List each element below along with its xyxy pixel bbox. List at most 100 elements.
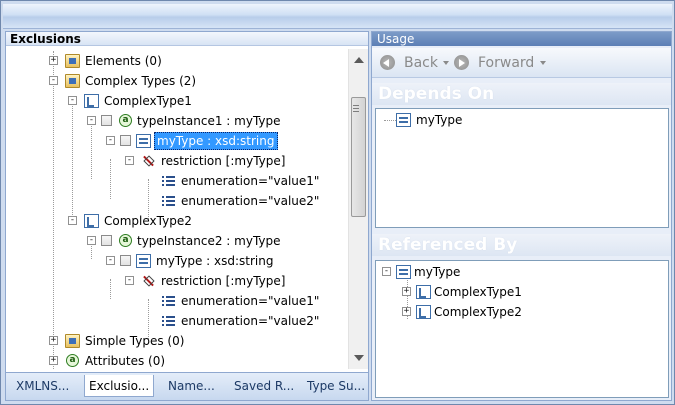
collapse-icon[interactable]: - — [125, 156, 134, 165]
tree-guide — [72, 99, 73, 219]
tree-node-enumeration[interactable]: enumeration="value2" — [151, 192, 348, 210]
tree-node-complex-types[interactable]: - Complex Types (2) — [49, 72, 249, 90]
panel-title: Exclusions — [6, 32, 368, 46]
node-label: Elements (0) — [85, 54, 162, 68]
restriction-icon — [141, 274, 156, 288]
simple-type-icon — [136, 254, 151, 268]
back-button[interactable]: Back — [404, 54, 438, 72]
node-label: ComplexType1 — [434, 285, 522, 299]
include-checkbox[interactable] — [101, 235, 112, 246]
complex-type-icon — [416, 305, 431, 319]
folder-icon — [65, 334, 80, 348]
attribute-icon: a — [66, 354, 79, 367]
navigation-toolbar: Back Forward — [372, 48, 671, 78]
scroll-down-icon[interactable] — [354, 355, 364, 361]
tree-node-attributes[interactable]: + a Attributes (0) — [49, 352, 249, 369]
tree-node-elements[interactable]: + Elements (0) — [49, 52, 249, 70]
tree-node-complextype2-ref[interactable]: + ComplexType2 — [402, 303, 602, 321]
collapse-icon[interactable]: - — [106, 136, 115, 145]
collapse-icon[interactable]: - — [106, 256, 115, 265]
forward-button[interactable]: Forward — [478, 54, 534, 72]
folder-icon — [65, 54, 80, 68]
chevron-down-icon[interactable] — [443, 61, 449, 65]
tree-node-complextype1-ref[interactable]: + ComplexType1 — [402, 283, 602, 301]
tree-node-mytype2[interactable]: - myType : xsd:string — [106, 252, 346, 270]
complex-type-icon — [416, 285, 431, 299]
tree-node-enumeration[interactable]: enumeration="value2" — [151, 312, 348, 330]
node-label: Simple Types (0) — [85, 334, 185, 348]
vertical-scrollbar[interactable] — [348, 49, 368, 369]
tree-guide — [110, 159, 111, 199]
collapse-icon[interactable]: - — [125, 276, 134, 285]
list-item[interactable]: myType — [396, 111, 596, 129]
scroll-thumb[interactable] — [351, 97, 366, 217]
node-label: enumeration="value1" — [181, 294, 320, 308]
tab-xmlns[interactable]: XMLNS... — [12, 375, 73, 397]
expand-icon[interactable]: + — [49, 356, 58, 365]
restriction-icon — [141, 154, 156, 168]
scroll-up-icon[interactable] — [354, 57, 364, 63]
window-frame: Exclusions + Elements (0) - Complex Type… — [0, 0, 675, 405]
collapse-icon[interactable]: - — [382, 267, 391, 276]
collapse-icon[interactable]: - — [87, 116, 96, 125]
complex-type-icon — [84, 94, 99, 108]
enumeration-icon — [161, 194, 176, 208]
tree-guide — [53, 51, 54, 369]
include-checkbox[interactable] — [120, 135, 131, 146]
node-label: myType — [414, 265, 461, 279]
attribute-icon: a — [119, 234, 132, 247]
tree-node-complextype2[interactable]: - ComplexType2 — [68, 212, 268, 230]
panel-title: Usage — [372, 32, 671, 46]
folder-icon — [65, 74, 80, 88]
tree-node-restriction2[interactable]: - restriction [:myType] — [125, 272, 325, 290]
tree-guide — [110, 279, 111, 299]
node-label: enumeration="value2" — [181, 194, 320, 208]
tab-saved-r[interactable]: Saved R... — [230, 375, 298, 397]
expand-icon[interactable]: + — [402, 307, 411, 316]
expand-icon[interactable]: + — [402, 287, 411, 296]
simple-type-icon — [136, 134, 151, 148]
tree-node-typeinstance1[interactable]: - a typeInstance1 : myType — [87, 112, 327, 130]
simple-type-icon — [396, 265, 411, 279]
tree-node-restriction1[interactable]: - restriction [:myType] — [125, 152, 325, 170]
node-label: myType — [416, 113, 463, 127]
expand-icon[interactable]: + — [49, 56, 58, 65]
chevron-down-icon[interactable] — [540, 61, 546, 65]
usage-panel: Usage Back Forward Depends On myType Ref… — [371, 31, 672, 401]
node-label: Attributes (0) — [85, 354, 166, 368]
collapse-icon[interactable]: - — [68, 96, 77, 105]
include-checkbox[interactable] — [120, 255, 131, 266]
depends-on-list[interactable]: myType — [375, 108, 669, 228]
tab-names[interactable]: Name... — [164, 375, 219, 397]
tab-exclusions[interactable]: Exclusio... — [84, 375, 155, 397]
tree-node-typeinstance2[interactable]: - a typeInstance2 : myType — [87, 232, 327, 250]
tree-node-enumeration[interactable]: enumeration="value1" — [151, 292, 348, 310]
exclusions-tree[interactable]: + Elements (0) - Complex Types (2) - Com… — [6, 49, 348, 369]
node-label: ComplexType2 — [434, 305, 522, 319]
node-label: typeInstance2 : myType — [137, 234, 281, 248]
expand-icon[interactable]: + — [49, 336, 58, 345]
include-checkbox[interactable] — [101, 115, 112, 126]
tree-node-complextype1[interactable]: - ComplexType1 — [68, 92, 268, 110]
enumeration-icon — [161, 174, 176, 188]
tree-node-enumeration[interactable]: enumeration="value1" — [151, 172, 348, 190]
collapse-icon[interactable]: - — [87, 236, 96, 245]
bottom-tabstrip: XMLNS... Exclusio... Name... Saved R... … — [6, 372, 368, 400]
node-label: Complex Types (2) — [85, 74, 197, 88]
node-label: ComplexType1 — [104, 94, 192, 108]
forward-arrow-icon[interactable] — [454, 55, 469, 70]
node-label: restriction [:myType] — [161, 274, 286, 288]
collapse-icon[interactable]: - — [49, 76, 58, 85]
enumeration-icon — [161, 294, 176, 308]
tree-guide — [384, 120, 396, 121]
referenced-by-tree[interactable]: - myType + ComplexType1 + ComplexType2 — [375, 260, 669, 398]
tree-node-simple-types[interactable]: + Simple Types (0) — [49, 332, 249, 350]
node-label: ComplexType2 — [104, 214, 192, 228]
tab-type-su[interactable]: Type Su... — [303, 375, 369, 397]
tree-node-mytype-root[interactable]: - myType — [382, 263, 582, 281]
tree-node-mytype-selected[interactable]: - myType : xsd:string — [106, 132, 346, 150]
node-label: restriction [:myType] — [161, 154, 286, 168]
collapse-icon[interactable]: - — [68, 216, 77, 225]
back-arrow-icon[interactable] — [380, 55, 395, 70]
complex-type-icon — [84, 214, 99, 228]
